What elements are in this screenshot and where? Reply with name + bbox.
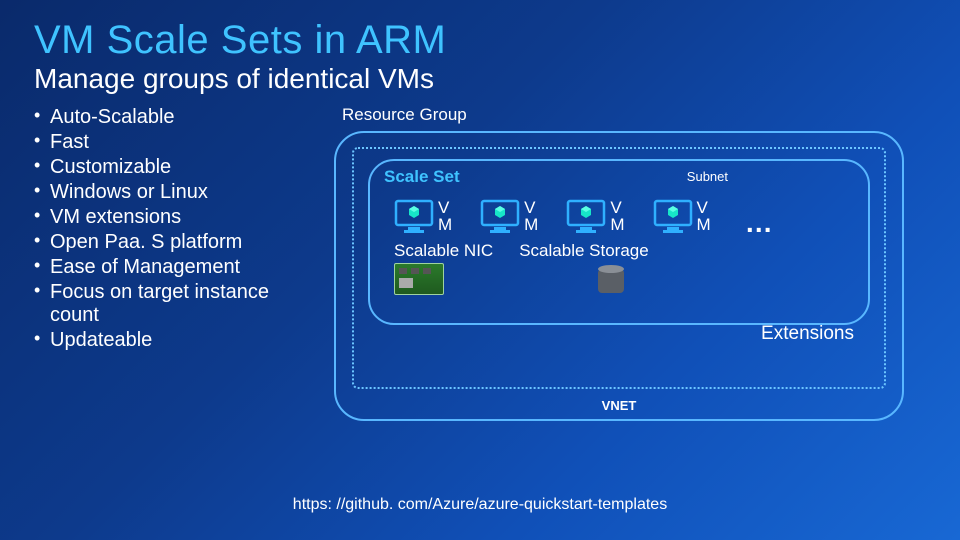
subnet-label: Subnet xyxy=(687,169,728,184)
monitor-icon xyxy=(394,197,434,235)
vm-label: V M xyxy=(438,199,452,233)
bullet-item: Open Paa. S platform xyxy=(34,230,314,255)
scale-set-label: Scale Set xyxy=(384,167,460,187)
bullet-item: VM extensions xyxy=(34,205,314,230)
footer-url: https: //github. com/Azure/azure-quickst… xyxy=(293,496,667,514)
bullet-item: Customizable xyxy=(34,155,314,180)
bullet-item: Updateable xyxy=(34,328,314,353)
vm-item: V M xyxy=(394,197,452,235)
bullet-item: Fast xyxy=(34,130,314,155)
scalable-row: Scalable NIC Scalable Storage xyxy=(384,241,854,261)
bullet-item: Focus on target instance count xyxy=(34,280,314,328)
monitor-icon xyxy=(566,197,606,235)
slide-title: VM Scale Sets in ARM xyxy=(0,0,960,63)
scalable-nic-label: Scalable NIC xyxy=(394,241,493,261)
vm-item: V M xyxy=(653,197,711,235)
extensions-label: Extensions xyxy=(761,323,854,345)
vm-row: V M V M xyxy=(384,193,854,239)
vnet-label: VNET xyxy=(602,398,637,413)
vm-item: V M xyxy=(480,197,538,235)
vnet-box: Scale Set Subnet xyxy=(352,147,886,389)
monitor-icon xyxy=(653,197,693,235)
bullet-item: Windows or Linux xyxy=(34,180,314,205)
resource-group-label: Resource Group xyxy=(334,105,960,125)
scalable-storage-label: Scalable Storage xyxy=(519,241,648,261)
vm-label: V M xyxy=(524,199,538,233)
vm-label: V M xyxy=(610,199,624,233)
diagram: Resource Group Scale Set Subnet xyxy=(314,105,960,421)
scale-set-box: Scale Set Subnet xyxy=(368,159,870,325)
storage-icon xyxy=(598,265,624,293)
monitor-icon xyxy=(480,197,520,235)
ellipsis: … xyxy=(739,207,777,239)
nic-icon xyxy=(394,263,444,295)
feature-bullet-list: Auto-Scalable Fast Customizable Windows … xyxy=(34,105,314,421)
vm-item: V M xyxy=(566,197,624,235)
resource-group-box: Scale Set Subnet xyxy=(334,131,904,421)
slide-subtitle: Manage groups of identical VMs xyxy=(0,63,960,95)
vm-label: V M xyxy=(697,199,711,233)
bullet-item: Auto-Scalable xyxy=(34,105,314,130)
scalable-icons-row xyxy=(384,263,854,295)
content-row: Auto-Scalable Fast Customizable Windows … xyxy=(0,95,960,421)
bullet-item: Ease of Management xyxy=(34,255,314,280)
